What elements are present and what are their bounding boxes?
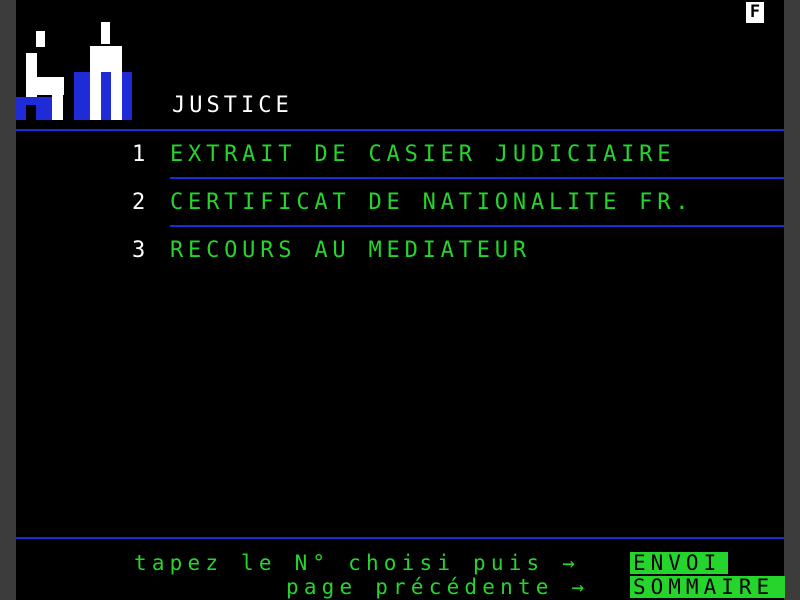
menu-item-number: 3 [132,238,146,263]
connection-indicator: F [746,2,764,23]
justice-figures-icon [16,22,132,120]
hint-previous-page: page précédente → [286,575,590,599]
menu-item-label: CERTIFICAT DE NATIONALITE FR. [170,190,694,215]
menu-item-recours-mediateur[interactable]: 3 RECOURS AU MEDIATEUR [132,236,782,266]
menu-item-number: 1 [132,142,146,167]
menu-item-label: RECOURS AU MEDIATEUR [170,238,531,263]
screen-border-right [784,0,800,600]
envoi-key[interactable]: ENVOI [630,552,728,574]
footer-divider [16,537,784,539]
section-title: JUSTICE [172,93,293,118]
sommaire-key[interactable]: SOMMAIRE [630,576,785,598]
hint-choose-number: tapez le N° choisi puis → [134,551,581,575]
menu-item-number: 2 [132,190,146,215]
menu-item-extrait-casier[interactable]: 1 EXTRAIT DE CASIER JUDICIAIRE [132,140,782,170]
divider [170,177,784,179]
divider [170,225,784,227]
menu-item-certificat-nationalite[interactable]: 2 CERTIFICAT DE NATIONALITE FR. [132,188,782,218]
menu-item-label: EXTRAIT DE CASIER JUDICIAIRE [170,142,676,167]
divider [16,129,784,131]
screen-border-left [0,0,16,600]
